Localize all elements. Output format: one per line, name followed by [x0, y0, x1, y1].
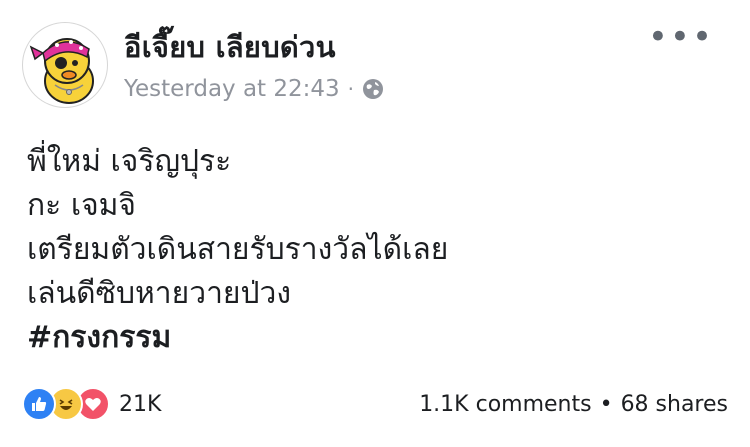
reactions-summary[interactable]: 21K: [22, 387, 161, 421]
post-footer: 21K 1.1K comments • 68 shares: [22, 386, 728, 422]
post-text-line: เล่นดีซิบหายวายป่วง: [27, 276, 292, 311]
post-text: พี่ใหม่ เจริญปุระ กะ เจมจิ เตรียมตัวเดิน…: [27, 140, 448, 360]
more-options-button[interactable]: •••: [648, 20, 714, 54]
post-text-line: กะ เจมจิ: [27, 188, 136, 223]
comments-count-link[interactable]: 1.1K comments: [419, 392, 591, 417]
chick-avatar-illustration: [29, 38, 94, 104]
author-avatar[interactable]: [22, 22, 108, 108]
post-text-line: เตรียมตัวเดินสายรับรางวัลได้เลย: [27, 232, 449, 267]
post-text-line: พี่ใหม่ เจริญปุระ: [27, 144, 232, 179]
like-icon: [22, 387, 56, 421]
engagement-stats: 1.1K comments • 68 shares: [419, 392, 728, 417]
stats-separator: •: [599, 391, 613, 417]
reaction-count: 21K: [119, 391, 162, 417]
post-timestamp[interactable]: Yesterday at 22:43: [124, 76, 340, 102]
hashtag-link[interactable]: #กรงกรรม: [27, 316, 448, 360]
meta-separator: ·: [347, 77, 355, 101]
author-name[interactable]: อีเจี๊ยบ เลียบด่วน: [124, 24, 336, 70]
facebook-post: อีเจี๊ยบ เลียบด่วน Yesterday at 22:43 · …: [0, 0, 750, 447]
shares-count-link[interactable]: 68 shares: [621, 392, 728, 417]
post-meta: Yesterday at 22:43 ·: [124, 76, 384, 102]
globe-icon[interactable]: [362, 78, 384, 100]
